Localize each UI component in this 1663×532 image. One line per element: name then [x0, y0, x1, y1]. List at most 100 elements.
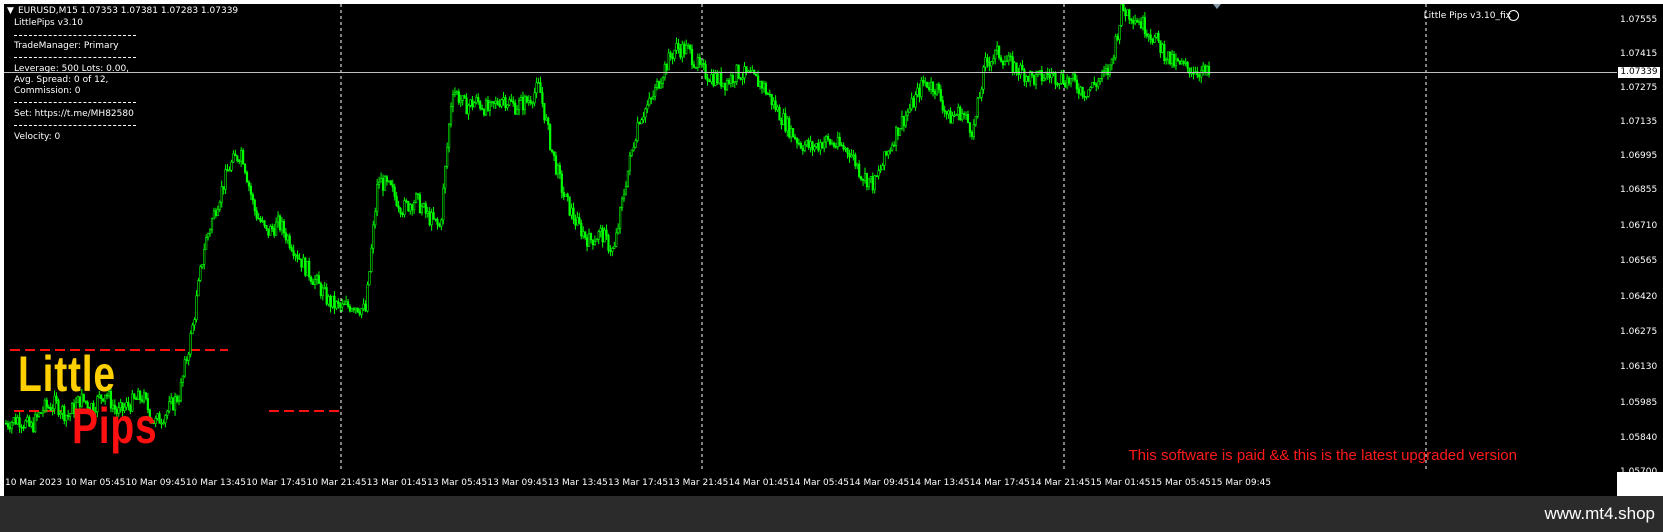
price-label: 1.06995	[1620, 151, 1658, 162]
price-label: 1.06565	[1620, 256, 1658, 267]
candle-body	[393, 186, 396, 197]
candle-body	[185, 359, 188, 362]
price-label: 1.07555	[1620, 14, 1658, 25]
candle-body	[275, 221, 278, 236]
candle-body	[591, 239, 595, 246]
price-axis[interactable]: 1.07555 1.07415 1.07275 1.07135 1.06995 1.068…	[1617, 4, 1663, 477]
time-label: 15 Mar 09:45	[1211, 478, 1272, 488]
candle-body	[391, 184, 394, 188]
candle-body	[725, 80, 729, 91]
candle-body	[632, 147, 635, 151]
candle-body	[475, 97, 478, 104]
time-label: 10 Mar 2023	[5, 478, 63, 488]
time-label: 14 Mar 05:45	[788, 478, 849, 488]
candle-body	[179, 382, 183, 402]
candle-body	[401, 213, 404, 215]
candle-body	[887, 150, 890, 156]
candle-body	[968, 122, 972, 133]
candle-body	[972, 124, 975, 137]
candle-body	[974, 115, 977, 125]
time-axis[interactable]: 10 Mar 2023 10 Mar 05:45 10 Mar 09:45 10 Ma…	[4, 472, 1617, 496]
candle-body	[191, 324, 194, 334]
candle-body	[657, 80, 661, 89]
candle-body	[976, 97, 979, 117]
candle-body	[41, 410, 45, 414]
candle-body	[1186, 61, 1189, 69]
candle-body	[883, 151, 886, 166]
candle-body	[397, 205, 400, 209]
candle-body	[650, 97, 653, 100]
candle-body	[685, 44, 688, 55]
candle-body	[1207, 65, 1211, 75]
candle-body	[696, 57, 699, 68]
candle-body	[601, 227, 604, 243]
candle-body	[739, 77, 742, 80]
candle-body	[512, 101, 515, 104]
candle-body	[654, 87, 657, 97]
candle-body	[953, 114, 956, 117]
candle-body	[875, 175, 878, 178]
candle-body	[846, 147, 849, 154]
candle-body	[310, 276, 313, 282]
candle-body	[296, 254, 299, 259]
candle-body	[832, 142, 836, 147]
candle-body	[687, 44, 690, 47]
spread-text: Avg. Spread: 0 of 12,	[14, 75, 109, 85]
candle-body	[57, 400, 60, 415]
candle-body	[267, 228, 270, 236]
candle-body	[702, 62, 705, 65]
candle-body	[871, 176, 874, 191]
candle-body	[947, 110, 950, 115]
candle-body	[39, 412, 43, 414]
candle-body	[914, 94, 917, 108]
candle-body	[873, 175, 876, 191]
candle-body	[448, 123, 451, 148]
candle-body	[788, 118, 791, 138]
candle-body	[508, 99, 511, 106]
candle-body	[496, 100, 499, 105]
candle-body	[963, 113, 966, 115]
candle-body	[815, 143, 818, 147]
candle-body	[1176, 58, 1180, 62]
candle-body	[929, 81, 933, 90]
chart-area[interactable]: ▼ EURUSD,M15 1.07353 1.07381 1.07283 1.0…	[4, 4, 1617, 472]
candle-body	[922, 80, 925, 83]
candle-body	[212, 210, 216, 220]
candle-body	[306, 260, 309, 276]
candle-body	[655, 80, 659, 88]
candle-body	[51, 408, 54, 411]
candle-body	[422, 203, 425, 208]
candle-body	[912, 98, 915, 108]
candle-body	[411, 204, 414, 211]
candle-body	[828, 139, 832, 145]
candle-body	[61, 406, 64, 414]
dropdown-arrow-icon[interactable]: ▼	[7, 6, 14, 17]
candle-body	[1163, 44, 1166, 61]
candle-body	[1165, 59, 1168, 62]
candle-body	[1071, 73, 1075, 79]
candle-body	[28, 416, 31, 427]
candle-body	[65, 414, 68, 422]
candle-body	[525, 96, 528, 103]
candle-body	[1143, 17, 1146, 35]
candle-body	[690, 48, 694, 66]
candle-body	[574, 219, 577, 226]
candle-body	[564, 193, 567, 197]
candle-body	[1062, 73, 1065, 84]
candle-body	[1015, 62, 1018, 72]
candle-body	[782, 113, 785, 125]
logo-little: Little	[18, 346, 116, 402]
candle-body	[722, 82, 725, 87]
candle-body	[34, 414, 37, 432]
candle-body	[302, 257, 305, 268]
smiley-icon	[1508, 10, 1519, 21]
time-label: 13 Mar 05:45	[427, 478, 488, 488]
candle-body	[457, 91, 460, 103]
candle-body	[805, 140, 808, 146]
candle-body	[434, 218, 437, 221]
candle-body	[376, 184, 379, 213]
site-link[interactable]: www.mt4.shop	[1544, 504, 1655, 524]
candlestick-chart	[4, 4, 1617, 472]
candle-body	[346, 301, 350, 307]
candle-body	[432, 212, 435, 220]
